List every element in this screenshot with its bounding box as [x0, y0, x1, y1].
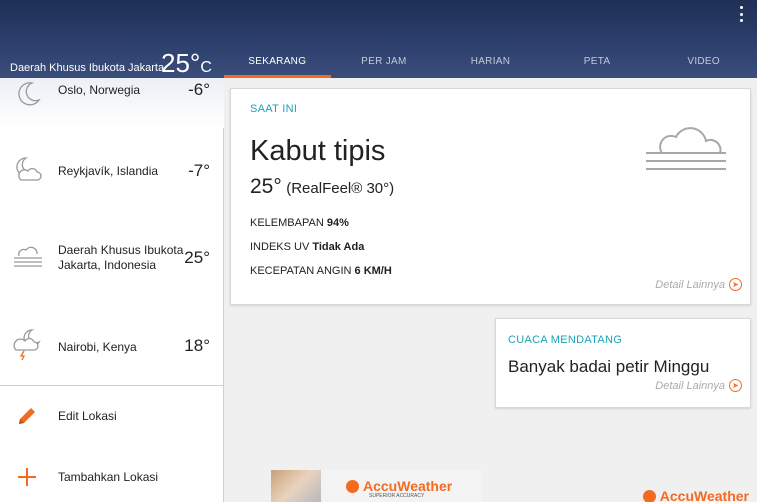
sidebar-divider — [0, 385, 224, 386]
app-header: Daerah Khusus Ibukota Jakarta 25°C SEKAR… — [0, 0, 757, 78]
location-item-oslo[interactable]: Oslo, Norwegia -6° — [0, 78, 224, 118]
fog-icon — [14, 246, 42, 267]
upcoming-forecast-text: Banyak badai petir Minggu — [508, 357, 710, 376]
ad-brand: AccuWeather — [363, 478, 453, 494]
arrow-right-icon: ➤ — [729, 278, 742, 291]
current-section-label: SAAT INI — [250, 103, 298, 115]
upcoming-weather-card[interactable]: CUACA MENDATANG Banyak badai petir Mingg… — [495, 318, 751, 408]
header-temp-unit: C — [200, 59, 212, 76]
location-name: Daerah Khusus Ibukota Jakarta, Indonesia — [58, 243, 184, 272]
tab-per-jam[interactable]: PER JAM — [331, 50, 438, 78]
wind-label: KECEPATAN ANGIN — [250, 265, 352, 277]
pencil-icon — [19, 408, 35, 424]
humidity-value: 94% — [326, 217, 349, 229]
moon-thunderstorm-icon — [13, 329, 41, 360]
upcoming-more-details-link[interactable]: Detail Lainnya ➤ — [655, 379, 742, 392]
moon-icon — [18, 82, 41, 106]
current-more-details-link[interactable]: Detail Lainnya ➤ — [655, 278, 742, 291]
edit-locations-label: Edit Lokasi — [58, 409, 117, 423]
location-item-jakarta[interactable]: Daerah Khusus Ibukota Jakarta, Indonesia… — [0, 242, 224, 282]
fog-icon — [646, 127, 726, 170]
more-details-label: Detail Lainnya — [655, 379, 725, 392]
location-temp: 25° — [184, 248, 210, 267]
add-location-button[interactable]: Tambahkan Lokasi — [0, 466, 224, 502]
accuweather-logo: AccuWeather — [642, 488, 749, 502]
uv-label: INDEKS UV — [250, 241, 310, 253]
upcoming-section-label: CUACA MENDATANG — [508, 334, 623, 346]
wind-speed-row: KECEPATAN ANGIN 6 KM/H — [250, 265, 392, 277]
ad-banner[interactable]: AccuWeather SUPERIOR ACCURACY — [271, 470, 482, 502]
overflow-menu-icon[interactable] — [735, 6, 747, 22]
header-city: Daerah Khusus Ibukota Jakarta — [10, 62, 165, 74]
sun-icon — [642, 489, 656, 502]
location-temp: -6° — [188, 80, 210, 99]
uv-value: Tidak Ada — [312, 241, 365, 253]
sun-icon — [346, 479, 359, 493]
header-temperature: 25°C — [161, 48, 212, 79]
header-temp-value: 25° — [161, 48, 201, 78]
location-item-nairobi[interactable]: Nairobi, Kenya 18° — [0, 328, 224, 368]
plus-icon — [18, 468, 36, 486]
location-name: Oslo, Norwegia — [58, 83, 141, 97]
ad-tagline: SUPERIOR ACCURACY — [369, 493, 425, 499]
more-details-label: Detail Lainnya — [655, 278, 725, 291]
tab-bar: SEKARANG PER JAM HARIAN PETA VIDEO — [224, 50, 757, 78]
tab-harian[interactable]: HARIAN — [437, 50, 544, 78]
footer-brand: AccuWeather — [659, 488, 749, 502]
current-temp: 25° — [250, 175, 282, 198]
tab-video[interactable]: VIDEO — [650, 50, 757, 78]
wind-value: 6 KM/H — [354, 265, 392, 277]
ad-logo: AccuWeather — [346, 478, 452, 494]
uv-index-row: INDEKS UV Tidak Ada — [250, 241, 364, 253]
current-temperature-row: 25° (RealFeel® 30°) — [250, 175, 394, 199]
location-temp: 18° — [184, 336, 210, 355]
tab-sekarang[interactable]: SEKARANG — [224, 50, 331, 78]
location-name: Reykjavík, Islandia — [58, 164, 159, 178]
location-item-reykjavik[interactable]: Reykjavík, Islandia -7° — [0, 154, 224, 194]
edit-locations-button[interactable]: Edit Lokasi — [0, 405, 224, 445]
ad-photo — [271, 470, 321, 502]
tab-peta[interactable]: PETA — [544, 50, 651, 78]
current-realfeel: (RealFeel® 30°) — [286, 180, 395, 197]
current-condition: Kabut tipis — [250, 135, 386, 167]
humidity-row: KELEMBAPAN 94% — [250, 217, 349, 229]
location-temp: -7° — [188, 161, 210, 180]
location-name: Nairobi, Kenya — [58, 340, 137, 354]
moon-cloud-icon — [16, 157, 42, 181]
arrow-right-icon: ➤ — [729, 379, 742, 392]
humidity-label: KELEMBAPAN — [250, 217, 324, 229]
add-location-label: Tambahkan Lokasi — [58, 470, 159, 484]
current-conditions-card: SAAT INI Kabut tipis 25° (RealFeel® 30°)… — [230, 88, 751, 305]
